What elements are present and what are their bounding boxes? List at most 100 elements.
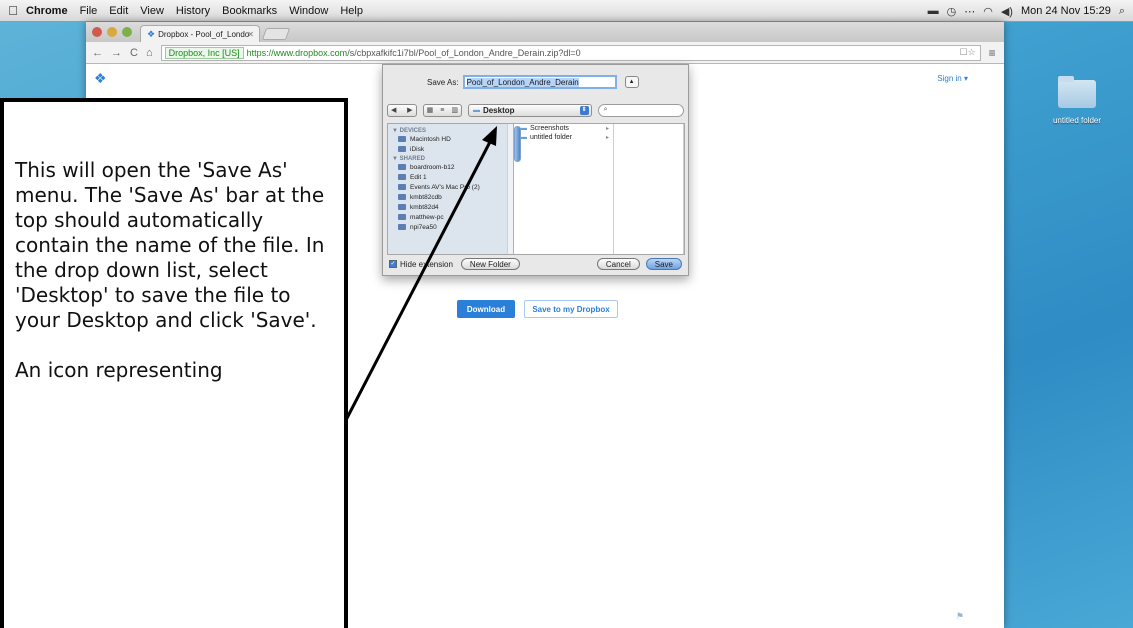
bluetooth-icon[interactable]: ⋯ — [964, 5, 975, 18]
sidebar-item-shared[interactable]: kmbt82d4 — [392, 202, 509, 212]
dropdown-arrows-icon[interactable]: ⇕ — [579, 105, 589, 115]
sidebar-item-shared[interactable]: npi7ea50 — [392, 222, 509, 232]
hide-extension-checkbox[interactable]: ✓ — [389, 260, 397, 268]
forward-icon[interactable]: → — [111, 47, 122, 59]
apple-icon[interactable]:  — [0, 3, 26, 18]
save-button[interactable]: Save — [645, 258, 682, 270]
menu-history[interactable]: History — [176, 5, 210, 17]
url-host: https://www.dropbox.com — [246, 47, 348, 58]
icon-view-icon[interactable]: ▦ — [427, 106, 434, 114]
sidebar-item-shared[interactable]: kmbt82cdb — [392, 192, 509, 202]
zoom-window-icon[interactable] — [122, 27, 132, 37]
file-name: Screenshots — [530, 125, 569, 132]
folder-icon: ▬ — [472, 106, 480, 114]
computer-icon — [398, 164, 406, 170]
sidebar-item-label: iDisk — [410, 145, 425, 153]
menu-bookmarks[interactable]: Bookmarks — [222, 5, 277, 17]
forward-arrow-icon[interactable]: ▶ — [407, 106, 412, 114]
time-machine-icon[interactable]: ◷ — [947, 5, 957, 18]
search-icon: ⌕ — [603, 106, 608, 113]
ssl-badge[interactable]: Dropbox, Inc [US] — [164, 46, 244, 59]
sidebar-item-macintosh-hd[interactable]: Macintosh HD — [392, 134, 509, 144]
tab-strip: ❖ Dropbox - Pool_of_Londo ✕ — [86, 22, 1004, 42]
sidebar-item-shared[interactable]: boardroom-b12 — [392, 162, 509, 172]
folder-icon: ▬ — [520, 125, 527, 132]
wifi-icon[interactable]: ◠ — [983, 5, 993, 18]
menu-app-chrome[interactable]: Chrome — [26, 5, 68, 17]
menu-edit[interactable]: Edit — [109, 5, 128, 17]
computer-icon — [398, 224, 406, 230]
cancel-button[interactable]: Cancel — [596, 258, 640, 270]
reload-icon[interactable]: C — [130, 47, 138, 59]
url-path: /s/cbpxafkifc1i7bl/Pool_of_London_Andre_… — [347, 47, 581, 58]
menu-bar:  Chrome File Edit View History Bookmark… — [0, 0, 1133, 22]
display-icon[interactable]: ▬ — [928, 5, 939, 17]
view-mode-buttons[interactable]: ▦ ≡ ▥ — [422, 103, 462, 117]
sidebar-item-shared[interactable]: Edit 1 — [392, 172, 509, 182]
expand-dialog-button[interactable]: ▲ — [624, 76, 639, 88]
menu-view[interactable]: View — [140, 5, 164, 17]
sidebar-item-label: Edit 1 — [410, 173, 427, 181]
sidebar-scrollbar[interactable] — [507, 124, 513, 254]
back-forward-buttons[interactable]: ◀ ▶ — [387, 103, 417, 117]
sidebar-item-shared[interactable]: Events AV's Mac Pro (2) — [392, 182, 509, 192]
sign-in-link[interactable]: Sign in ▾ — [937, 74, 968, 83]
location-value: Desktop — [482, 105, 515, 115]
idisk-icon — [398, 146, 406, 152]
dialog-toolbar: ◀ ▶ ▦ ≡ ▥ ▬ Desktop ⇕ ⌕ — [387, 102, 684, 118]
bookmark-star-icon[interactable]: ☐☆ — [959, 47, 975, 58]
list-view-icon[interactable]: ≡ — [440, 107, 444, 114]
dialog-search-input[interactable]: ⌕ — [597, 103, 684, 117]
dropbox-logo-icon[interactable]: ❖ — [94, 70, 107, 87]
sidebar-item-label: kmbt82d4 — [410, 203, 439, 211]
location-dropdown[interactable]: ▬ Desktop ⇕ — [467, 103, 592, 117]
menu-help[interactable]: Help — [340, 5, 363, 17]
sidebar-item-label: boardroom-b12 — [410, 163, 455, 171]
save-as-input[interactable]: Pool_of_London_Andre_Derain — [462, 75, 617, 89]
sidebar-item-label: Events AV's Mac Pro (2) — [410, 183, 480, 191]
desktop-folder-label[interactable]: untitled folder — [1044, 116, 1110, 125]
flag-icon[interactable]: ⚑ — [956, 611, 964, 622]
tab-title: Dropbox - Pool_of_Londo — [158, 29, 250, 39]
dialog-sidebar: ▼ DEVICES Macintosh HD iDisk ▼ SHARED bo… — [388, 124, 514, 254]
hard-drive-icon — [398, 136, 406, 142]
new-tab-button[interactable] — [261, 28, 291, 40]
address-bar[interactable]: Dropbox, Inc [US] https://www.dropbox.co… — [160, 44, 981, 61]
menu-clock[interactable]: Mon 24 Nov 15:29 — [1021, 5, 1111, 17]
download-button[interactable]: Download — [457, 300, 515, 318]
list-item-screenshots[interactable]: ▬ Screenshots ▸ — [514, 124, 613, 133]
status-area: ▬ ◷ ⋯ ◠ ◀) Mon 24 Nov 15:29 ⌕ — [928, 0, 1125, 22]
sidebar-item-idisk[interactable]: iDisk — [392, 144, 509, 154]
list-item-untitled-folder[interactable]: ▬ untitled folder ▸ — [514, 133, 613, 142]
browser-toolbar: ← → C ⌂ Dropbox, Inc [US] https://www.dr… — [86, 42, 1004, 64]
home-icon[interactable]: ⌂ — [146, 47, 153, 59]
spotlight-icon[interactable]: ⌕ — [1119, 5, 1125, 18]
save-to-dropbox-button[interactable]: Save to my Dropbox — [524, 300, 618, 318]
new-folder-button[interactable]: New Folder — [460, 258, 520, 270]
sidebar-item-label: matthew-pc — [410, 213, 444, 221]
folder-icon: ▬ — [520, 134, 527, 141]
column-scrollbar[interactable] — [514, 126, 521, 162]
hide-extension-label: Hide extension — [400, 259, 453, 269]
sidebar-item-label: Macintosh HD — [410, 135, 451, 143]
column-view-icon[interactable]: ▥ — [451, 106, 458, 114]
desktop-folder-icon[interactable] — [1058, 76, 1096, 108]
tab-close-icon[interactable]: ✕ — [247, 30, 254, 39]
empty-column — [614, 124, 684, 254]
file-name: untitled folder — [530, 134, 573, 141]
menu-file[interactable]: File — [80, 5, 98, 17]
back-arrow-icon[interactable]: ◀ — [391, 106, 396, 114]
computer-icon — [398, 194, 406, 200]
tab-dropbox[interactable]: ❖ Dropbox - Pool_of_Londo ✕ — [140, 25, 260, 42]
minimize-window-icon[interactable] — [107, 27, 117, 37]
save-as-value: Pool_of_London_Andre_Derain — [466, 77, 579, 87]
instruction-text: This will open the 'Save As' menu. The '… — [15, 158, 325, 332]
sidebar-item-shared[interactable]: matthew-pc — [392, 212, 509, 222]
back-icon[interactable]: ← — [92, 47, 103, 59]
computer-icon — [398, 204, 406, 210]
volume-icon[interactable]: ◀) — [1001, 5, 1013, 18]
chrome-menu-icon[interactable]: ≡ — [989, 46, 996, 60]
close-window-icon[interactable] — [92, 27, 102, 37]
menu-window[interactable]: Window — [289, 5, 328, 17]
sidebar-item-label: npi7ea50 — [410, 223, 437, 231]
